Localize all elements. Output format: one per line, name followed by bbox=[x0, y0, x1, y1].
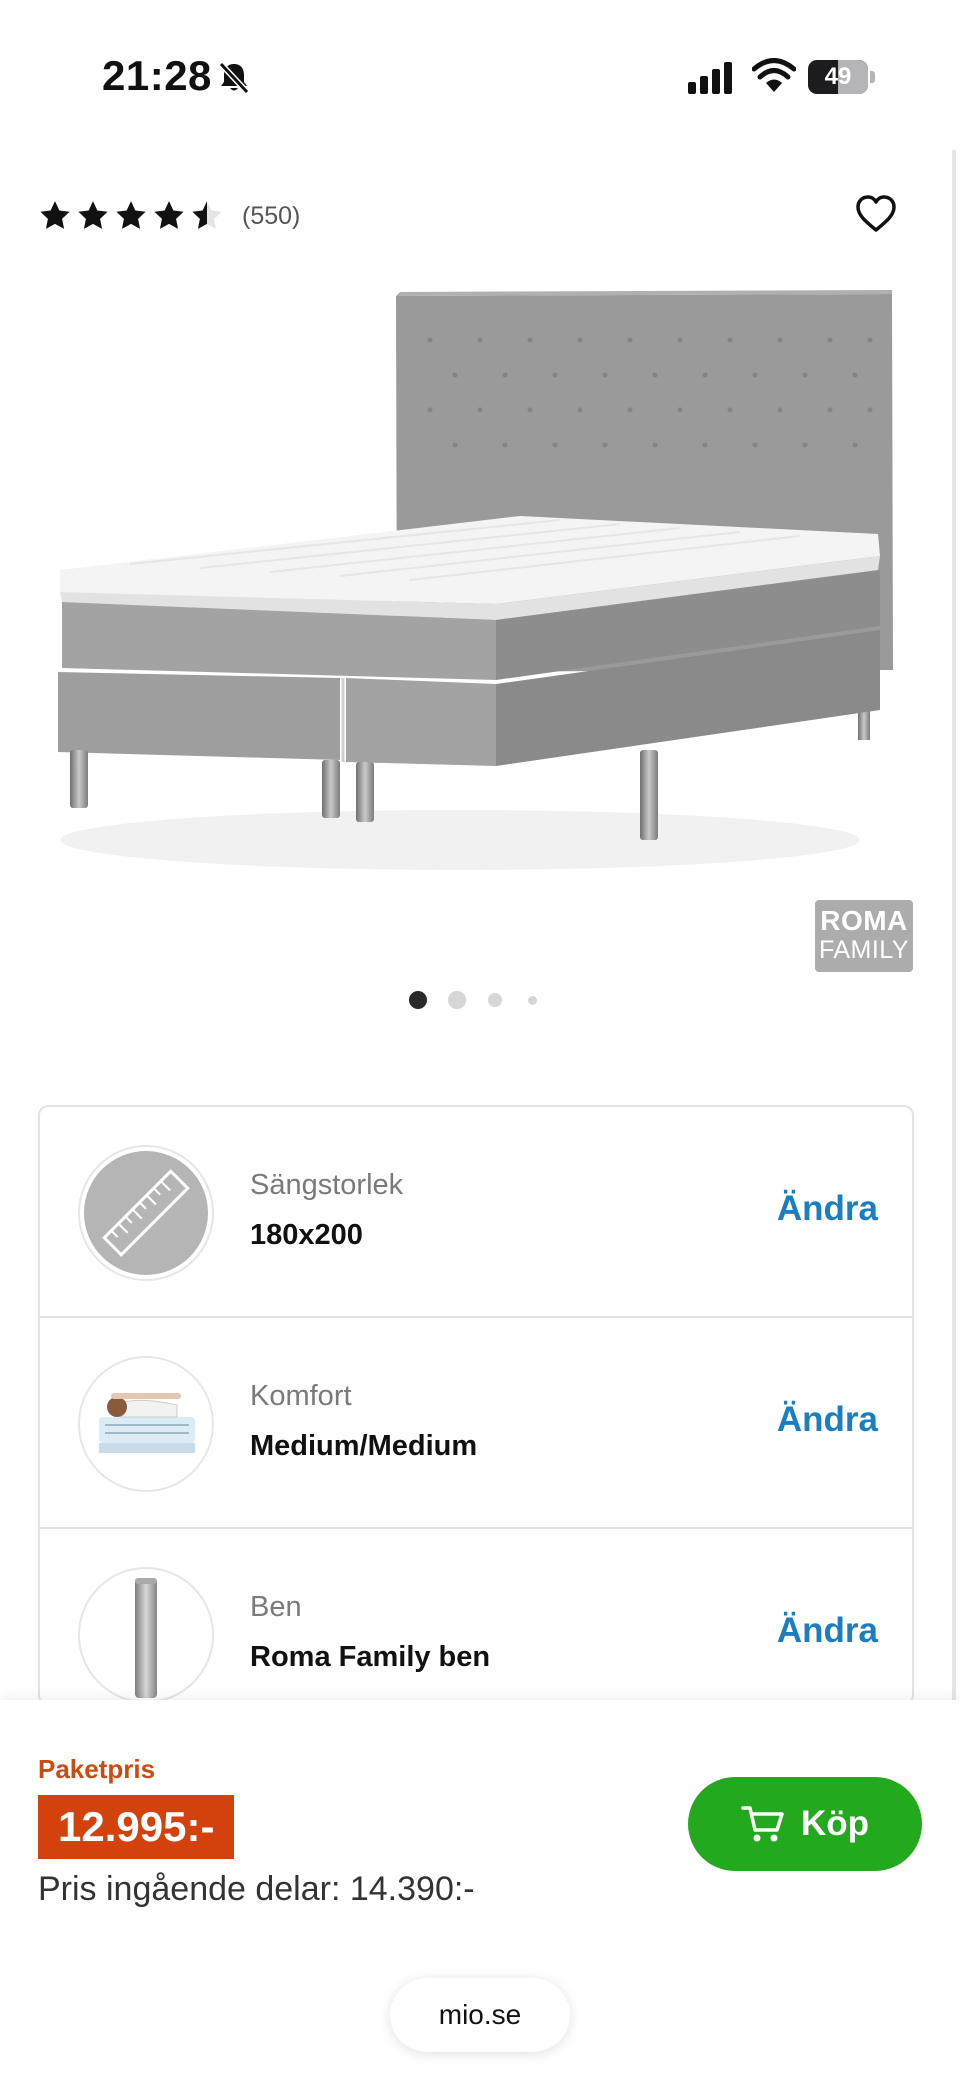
favorite-heart-icon[interactable] bbox=[855, 194, 897, 234]
star-icon bbox=[78, 201, 108, 229]
carousel-dot[interactable] bbox=[528, 996, 537, 1005]
option-label: Ben bbox=[250, 1591, 302, 1623]
status-time: 21:28 bbox=[102, 52, 212, 99]
change-comfort-button[interactable]: Ändra bbox=[777, 1400, 878, 1440]
buy-button[interactable]: Köp bbox=[688, 1777, 922, 1871]
option-row-comfort[interactable]: Komfort Medium/Medium Ändra bbox=[40, 1318, 912, 1529]
carousel-dot[interactable] bbox=[448, 991, 466, 1009]
battery-level: 49 bbox=[824, 63, 852, 90]
comfort-mattress-icon bbox=[78, 1356, 214, 1492]
star-icon bbox=[116, 201, 146, 229]
shopping-cart-icon bbox=[741, 1806, 784, 1842]
battery-indicator: 49 bbox=[808, 60, 876, 94]
change-size-button[interactable]: Ändra bbox=[777, 1189, 878, 1229]
muted-bell-icon bbox=[218, 61, 250, 95]
status-bar: 21:28 49 bbox=[0, 0, 960, 150]
product-image[interactable] bbox=[40, 280, 920, 900]
option-label: Sängstorlek bbox=[250, 1169, 404, 1201]
change-legs-button[interactable]: Ändra bbox=[777, 1611, 878, 1651]
carousel-dot[interactable] bbox=[488, 993, 502, 1007]
half-star-icon bbox=[192, 201, 222, 229]
package-price: 12.995:- bbox=[38, 1795, 235, 1859]
scroll-indicator[interactable] bbox=[952, 150, 956, 1700]
option-label: Komfort bbox=[250, 1380, 352, 1412]
brand-logo-line2: FAMILY bbox=[818, 936, 910, 964]
option-value: Roma Family ben bbox=[250, 1641, 491, 1673]
option-value: 180x200 bbox=[250, 1219, 363, 1251]
package-price-label: Paketpris bbox=[38, 1754, 156, 1784]
star-icon bbox=[40, 201, 70, 229]
carousel-dot-active[interactable] bbox=[409, 991, 427, 1009]
star-icon bbox=[154, 201, 184, 229]
option-value: Medium/Medium bbox=[250, 1430, 478, 1462]
product-rating[interactable]: (550) bbox=[38, 196, 300, 236]
option-row-legs[interactable]: Ben Roma Family ben Ändra bbox=[40, 1529, 912, 1705]
review-count[interactable]: (550) bbox=[242, 202, 300, 231]
product-options: Sängstorlek 180x200 Ändra Komfort Medium… bbox=[38, 1105, 914, 1705]
cellular-signal-icon bbox=[688, 62, 732, 94]
bed-leg-icon bbox=[78, 1567, 214, 1703]
brand-logo-roma-family: ROMA FAMILY bbox=[815, 900, 913, 972]
brand-logo-line1: ROMA bbox=[820, 905, 908, 936]
buy-button-label: Köp bbox=[800, 1804, 870, 1843]
image-carousel-dots[interactable] bbox=[0, 990, 960, 1010]
option-row-size[interactable]: Sängstorlek 180x200 Ändra bbox=[40, 1107, 912, 1318]
wifi-icon bbox=[752, 58, 796, 92]
browser-url-bar[interactable]: mio.se bbox=[390, 1978, 570, 2052]
parts-price: Pris ingående delar: 14.390:- bbox=[38, 1870, 475, 1908]
ruler-icon bbox=[78, 1145, 214, 1281]
